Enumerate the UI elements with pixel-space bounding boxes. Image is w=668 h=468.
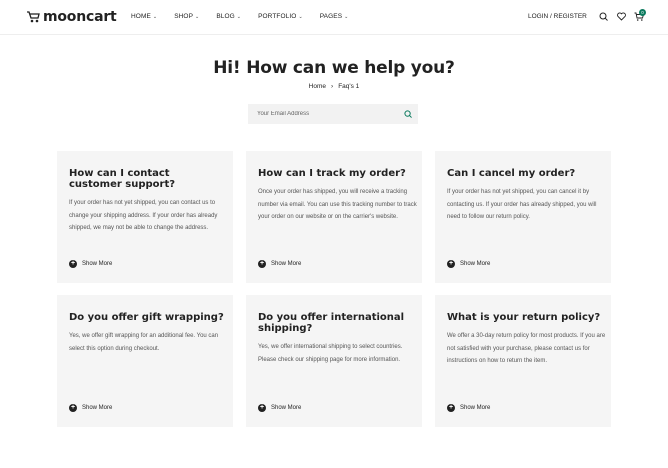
faq-card: How can I contact customer support? If y…	[57, 151, 233, 283]
nav-portfolio-label: PORTFOLIO	[258, 13, 297, 20]
faq-question: Can I cancel my order?	[447, 168, 576, 179]
plus-circle-icon: +	[447, 260, 455, 268]
chevron-right-icon: ›	[331, 83, 334, 90]
show-more-label: Show More	[82, 261, 113, 267]
show-more-label: Show More	[271, 261, 302, 267]
faq-answer: Yes, we offer international shipping to …	[258, 344, 403, 363]
nav-pages-label: PAGES	[319, 13, 343, 20]
show-more-button[interactable]: + Show More	[69, 260, 112, 268]
faq-answer: Yes, we offer gift wrapping for an addit…	[69, 333, 219, 352]
show-more-label: Show More	[460, 405, 491, 411]
show-more-button[interactable]: + Show More	[447, 260, 490, 268]
search-icon[interactable]	[404, 110, 412, 118]
faq-card: Can I cancel my order? If your order has…	[435, 151, 611, 283]
stroller-icon	[27, 11, 40, 23]
chevron-down-icon: ⌄	[195, 13, 200, 20]
search-icon[interactable]	[599, 12, 608, 21]
breadcrumb-current: Faq's 1	[338, 83, 360, 90]
chevron-down-icon: ⌄	[236, 13, 242, 20]
faq-answer: If your order has not yet shipped, you c…	[447, 189, 597, 220]
faq-question: How can I contact customer support?	[69, 168, 176, 190]
plus-circle-icon: +	[258, 404, 266, 412]
logo[interactable]: mooncart	[26, 9, 117, 25]
faq-card: How can I track my order? Once your orde…	[246, 151, 422, 283]
breadcrumb: Home › Faq's 1	[0, 83, 668, 90]
show-more-button[interactable]: + Show More	[447, 404, 490, 412]
show-more-label: Show More	[460, 261, 491, 267]
faq-card: Do you offer international shipping? Yes…	[246, 295, 422, 427]
show-more-label: Show More	[82, 405, 113, 411]
show-more-button[interactable]: + Show More	[258, 260, 301, 268]
main-nav: HOME ⌄ SHOP ⌄ BLOG ⌄ PORTFOLIO ⌄ PAGES ⌄	[131, 13, 365, 20]
show-more-label: Show More	[271, 405, 302, 411]
faq-card: What is your return policy? We offer a 3…	[435, 295, 611, 427]
search-input[interactable]	[248, 104, 398, 124]
faq-question: How can I track my order?	[258, 168, 406, 179]
faq-question: What is your return policy?	[447, 312, 601, 323]
plus-circle-icon: +	[447, 404, 455, 412]
chevron-down-icon: ⌄	[298, 13, 303, 20]
faq-answer: If your order has not yet shipped, you c…	[69, 200, 218, 231]
show-more-button[interactable]: + Show More	[69, 404, 112, 412]
chevron-down-icon: ⌄	[344, 13, 349, 20]
search-box	[248, 104, 418, 124]
breadcrumb-home[interactable]: Home	[309, 83, 326, 90]
nav-blog-label: BLOG	[216, 13, 235, 20]
nav-pages[interactable]: PAGES ⌄	[320, 13, 349, 20]
plus-circle-icon: +	[69, 404, 77, 412]
nav-blog[interactable]: BLOG ⌄	[216, 13, 241, 20]
heart-icon[interactable]	[617, 12, 626, 21]
nav-shop-label: SHOP	[174, 13, 194, 20]
page-title: Hi! How can we help you?	[213, 58, 455, 78]
show-more-button[interactable]: + Show More	[258, 404, 301, 412]
faq-answer: We offer a 30-day return policy for most…	[447, 333, 606, 364]
faq-card: Do you offer gift wrapping? Yes, we offe…	[57, 295, 233, 427]
plus-circle-icon: +	[69, 260, 77, 268]
logo-text: mooncart	[43, 9, 117, 25]
chevron-down-icon: ⌄	[152, 13, 158, 20]
faq-question: Do you offer international shipping?	[258, 312, 405, 334]
nav-shop[interactable]: SHOP ⌄	[174, 13, 199, 20]
nav-portfolio[interactable]: PORTFOLIO ⌄	[258, 13, 303, 20]
plus-circle-icon: +	[258, 260, 266, 268]
faq-answer: Once your order has shipped, you will re…	[258, 189, 417, 220]
nav-home-label: HOME	[131, 13, 151, 20]
site-header: mooncart HOME ⌄ SHOP ⌄ BLOG ⌄ PORTFOLIO ⌄ PA…	[0, 0, 668, 35]
nav-home[interactable]: HOME ⌄	[131, 13, 157, 20]
faq-question: Do you offer gift wrapping?	[69, 312, 224, 323]
login-register-link[interactable]: LOGIN / REGISTER	[528, 13, 587, 20]
cart-count-badge: 0	[639, 9, 646, 16]
